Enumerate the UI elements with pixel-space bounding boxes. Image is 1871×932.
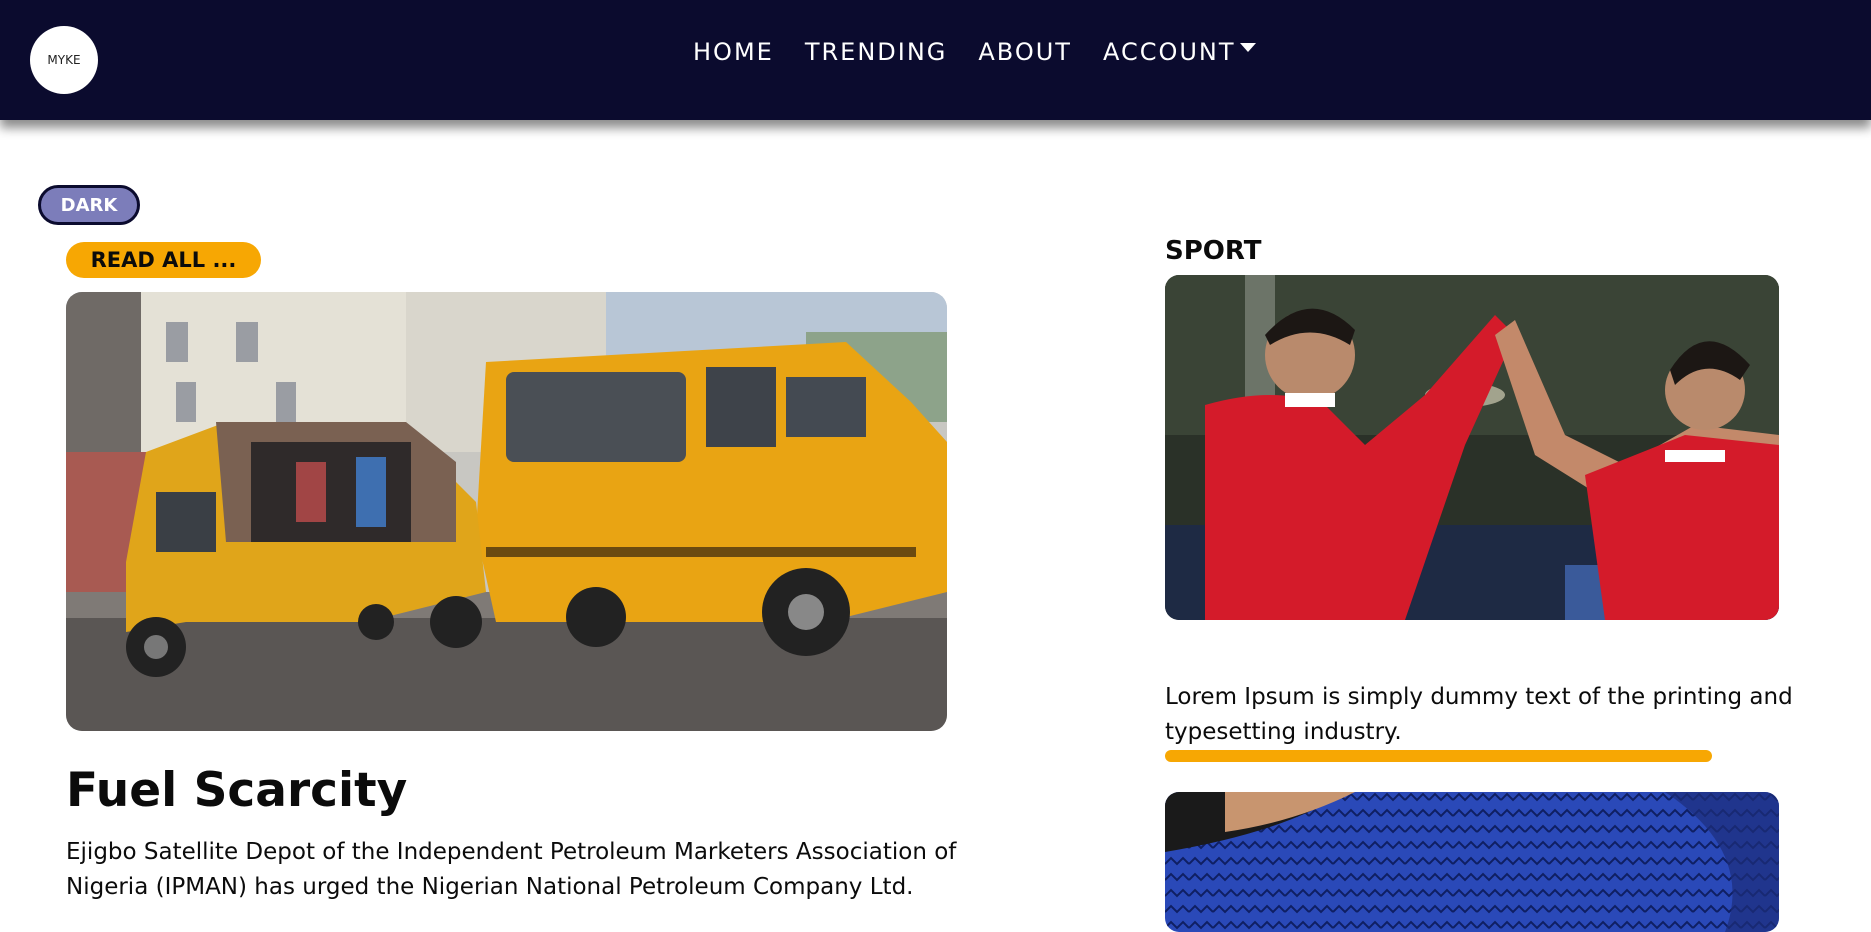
nav-home-link[interactable]: HOME (693, 38, 774, 66)
logo-text: MYKE (47, 53, 81, 67)
nav-trending-link[interactable]: TRENDING (805, 38, 948, 66)
nav-account-menu[interactable]: ACCOUNT (1103, 38, 1256, 66)
football-celebration-illustration (1165, 275, 1779, 620)
article-description: Ejigbo Satellite Depot of the Independen… (66, 839, 957, 900)
caret-down-icon (1239, 43, 1256, 52)
read-all-button[interactable]: READ ALL ... (66, 242, 261, 278)
sport-article-caption[interactable]: Lorem Ipsum is simply dummy text of the … (1165, 680, 1845, 750)
dark-mode-toggle[interactable]: DARK (38, 185, 140, 225)
logo[interactable]: MYKE (30, 26, 98, 94)
top-navbar: MYKE HOME TRENDING ABOUT ACCOUNT (0, 0, 1871, 120)
jersey-texture-illustration (1165, 792, 1779, 932)
street-scene-illustration (66, 292, 947, 731)
sport-article-image[interactable] (1165, 275, 1779, 620)
second-article-image[interactable] (1165, 792, 1779, 932)
reading-progress-bar (1165, 750, 1712, 762)
article-title[interactable]: Fuel Scarcity (66, 763, 407, 818)
nav-about-link[interactable]: ABOUT (978, 38, 1072, 66)
main-nav: HOME TRENDING ABOUT ACCOUNT (693, 38, 1256, 66)
nav-account-label: ACCOUNT (1102, 38, 1236, 66)
section-title-sport: SPORT (1165, 236, 1262, 266)
main-article-image[interactable] (66, 292, 947, 731)
